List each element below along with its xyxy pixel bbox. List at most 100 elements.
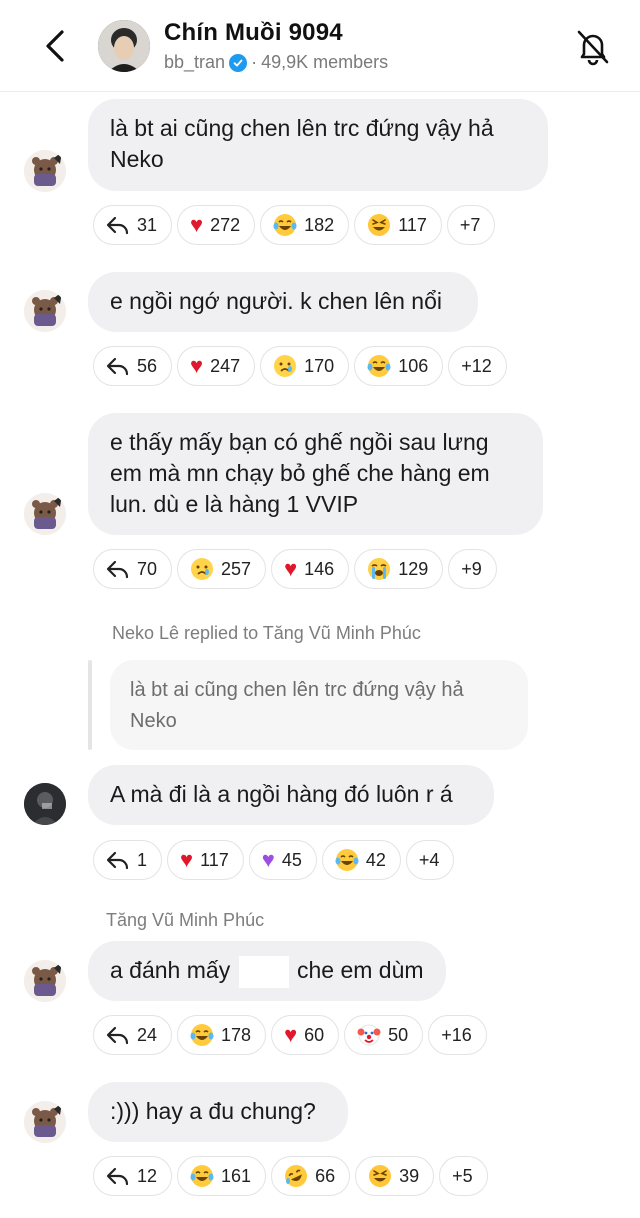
quoted-text: là bt ai cũng chen lên trc đứng vậy hả N…: [130, 679, 464, 732]
reaction-count: 117: [200, 849, 229, 870]
more-reactions-chip[interactable]: +16: [428, 1015, 487, 1055]
reply-arrow-icon: [106, 851, 129, 870]
reaction-chip[interactable]: 178: [177, 1015, 267, 1055]
more-reactions-count: +16: [441, 1024, 472, 1045]
reaction-chip[interactable]: ♥ 146: [271, 549, 350, 589]
reaction-chip[interactable]: ♥ 272: [177, 205, 256, 245]
tears-of-joy-icon: [335, 849, 359, 871]
reaction-count: 50: [388, 1024, 409, 1045]
reply-count-button[interactable]: 24: [93, 1015, 173, 1055]
sender-avatar[interactable]: [24, 493, 66, 535]
reaction-count: 60: [304, 1024, 325, 1045]
sender-name[interactable]: Tăng Vũ Minh Phúc: [106, 910, 264, 931]
reaction-count: 56: [137, 355, 158, 376]
reply-count-button[interactable]: 31: [93, 205, 173, 245]
sender-avatar[interactable]: [24, 783, 66, 825]
bell-muted-icon: [577, 30, 609, 66]
reaction-count: 257: [221, 558, 252, 579]
reply-arrow-icon: [106, 1026, 129, 1045]
red-heart-icon: ♥: [180, 847, 194, 872]
channel-subtitle: bb_tran · 49,9K members: [164, 52, 388, 73]
more-reactions-chip[interactable]: +5: [439, 1156, 488, 1196]
more-reactions-count: +9: [461, 558, 482, 579]
reaction-count: 161: [221, 1165, 252, 1186]
reaction-chip[interactable]: 129: [354, 549, 444, 589]
reaction-chip[interactable]: ♥ 60: [271, 1015, 340, 1055]
reaction-count: 31: [137, 214, 158, 235]
sender-avatar[interactable]: [24, 1101, 66, 1143]
more-reactions-count: +5: [452, 1165, 473, 1186]
member-count: 49,9K members: [261, 52, 389, 72]
message-bubble[interactable]: :))) hay a đu chung?: [88, 1082, 348, 1142]
clown-face-icon: [357, 1024, 381, 1046]
message-bubble[interactable]: e thấy mấy bạn có ghế ngồi sau lưng em m…: [88, 413, 543, 535]
reaction-bar: 1 ♥ 117 ♥ 45 42 +4: [93, 840, 455, 880]
reply-count-button[interactable]: 12: [93, 1156, 173, 1196]
reaction-chip[interactable]: 50: [344, 1015, 424, 1055]
more-reactions-chip[interactable]: +4: [405, 840, 455, 880]
back-button[interactable]: [38, 24, 74, 68]
reply-count-button[interactable]: 70: [93, 549, 173, 589]
reaction-chip[interactable]: ♥ 45: [248, 840, 317, 880]
reaction-chip[interactable]: 106: [354, 346, 444, 386]
reaction-bar: 70 257 ♥ 146 129 +9: [93, 549, 497, 589]
more-reactions-count: +7: [459, 214, 481, 235]
back-arrow-icon: [46, 30, 64, 62]
message-text: e ngồi ngớ người. k chen lên nổi: [110, 288, 442, 314]
sender-avatar[interactable]: [24, 290, 66, 332]
mute-notifications-button[interactable]: [572, 26, 614, 68]
reply-context-label: Neko Lê replied to Tăng Vũ Minh Phúc: [112, 623, 421, 643]
message-bubble[interactable]: A mà đi là a ngồi hàng đó luôn r á: [88, 765, 494, 825]
reaction-chip[interactable]: ♥ 117: [167, 840, 244, 880]
quoted-message[interactable]: là bt ai cũng chen lên trc đứng vậy hả N…: [110, 660, 528, 750]
reaction-chip[interactable]: 117: [354, 205, 442, 245]
reaction-count: 117: [398, 214, 427, 235]
tears-of-joy-icon: [367, 355, 391, 377]
more-reactions-chip[interactable]: +9: [448, 549, 497, 589]
more-reactions-count: +4: [418, 849, 440, 870]
reaction-count: 247: [210, 355, 241, 376]
tears-of-joy-icon: [190, 1024, 214, 1046]
reply-arrow-icon: [106, 560, 129, 579]
purple-heart-icon: ♥: [261, 847, 275, 872]
message-bubble[interactable]: e ngồi ngớ người. k chen lên nổi: [88, 272, 478, 332]
sender-avatar[interactable]: [24, 150, 66, 192]
red-heart-icon: ♥: [284, 1022, 298, 1047]
reaction-count: 1: [137, 849, 148, 870]
reaction-count: 45: [281, 849, 302, 870]
reaction-count: 106: [398, 355, 429, 376]
channel-header: Chín Muồi 9094 bb_tran · 49,9K members: [0, 0, 640, 92]
message-bubble[interactable]: a đánh mấy che em dùm: [88, 941, 446, 1001]
reaction-bar: 12 161 66 39 +5: [93, 1156, 488, 1196]
more-reactions-chip[interactable]: +12: [448, 346, 507, 386]
channel-handle: bb_tran: [164, 52, 226, 72]
sender-avatar[interactable]: [24, 960, 66, 1002]
reply-count-button[interactable]: 1: [93, 840, 163, 880]
message-text-end: che em dùm: [296, 957, 424, 983]
channel-title[interactable]: Chín Muồi 9094: [164, 19, 343, 47]
more-reactions-chip[interactable]: +7: [446, 205, 496, 245]
grinning-squint-icon: [369, 1165, 392, 1187]
reaction-chip[interactable]: ♥ 247: [177, 346, 256, 386]
message-text: :))) hay a đu chung?: [110, 1098, 316, 1124]
reaction-chip[interactable]: 182: [260, 205, 350, 245]
reaction-chip[interactable]: 257: [177, 549, 267, 589]
reaction-count: 24: [137, 1024, 158, 1045]
reaction-chip[interactable]: 42: [321, 840, 401, 880]
reaction-count: 170: [304, 355, 335, 376]
channel-avatar[interactable]: [98, 20, 150, 72]
red-heart-icon: ♥: [190, 353, 204, 378]
reaction-chip[interactable]: 39: [355, 1156, 435, 1196]
quote-indicator-bar: [88, 660, 92, 750]
reaction-chip[interactable]: 66: [271, 1156, 351, 1196]
reaction-bar: 56 ♥ 247 170 106 +12: [93, 346, 507, 386]
crying-face-icon: [274, 355, 297, 377]
reply-count-button[interactable]: 56: [93, 346, 173, 386]
reaction-count: 39: [399, 1165, 420, 1186]
message-text: e thấy mấy bạn có ghế ngồi sau lưng em m…: [110, 429, 490, 517]
reaction-chip[interactable]: 170: [260, 346, 350, 386]
redacted-block: [238, 955, 289, 988]
message-bubble[interactable]: là bt ai cũng chen lên trc đứng vậy hả N…: [88, 99, 548, 191]
reaction-count: 146: [304, 558, 335, 579]
reaction-chip[interactable]: 161: [177, 1156, 267, 1196]
